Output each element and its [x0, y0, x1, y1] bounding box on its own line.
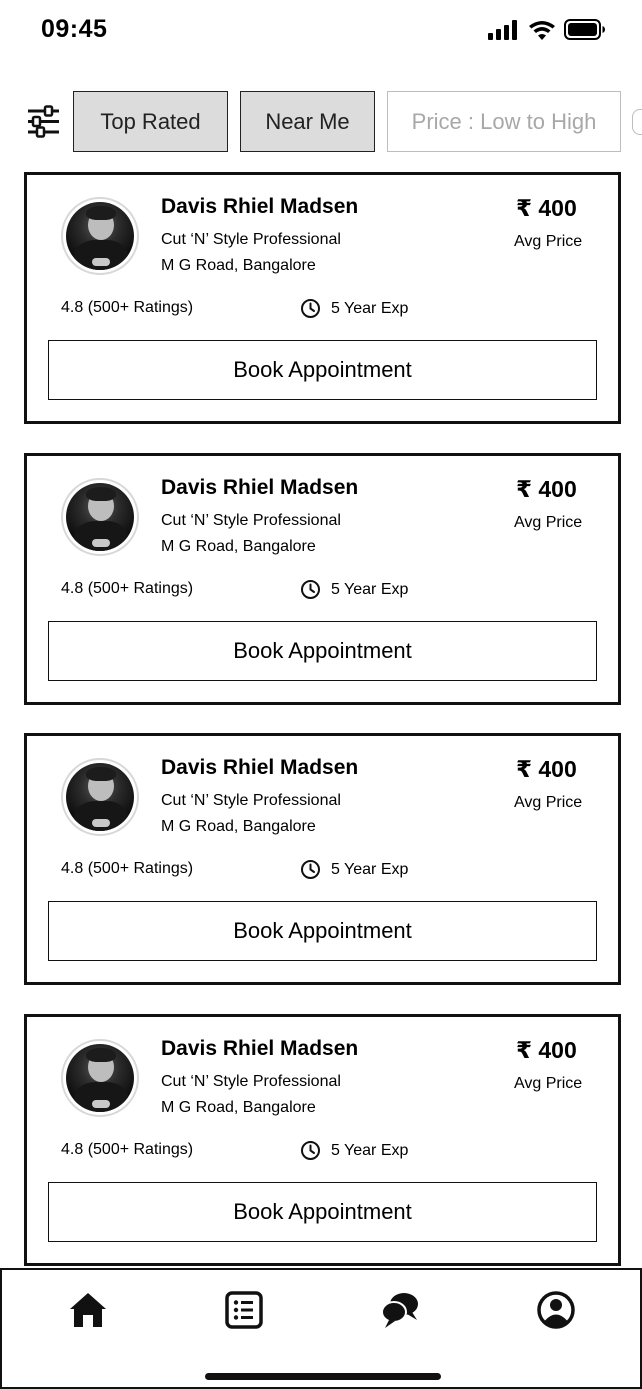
barber-card: Davis Rhiel Madsen Cut ‘N’ Style Profess…: [24, 453, 621, 705]
book-appointment-button[interactable]: Book Appointment: [48, 901, 597, 961]
experience-text: 5 Year Exp: [331, 299, 409, 317]
rating-text: 4.8 (500+ Ratings): [61, 1141, 194, 1158]
barber-subtitle: Cut ‘N’ Style Professional: [161, 512, 341, 529]
battery-icon: [564, 19, 605, 40]
clock-icon: [301, 580, 320, 599]
experience-text: 5 Year Exp: [331, 1141, 409, 1159]
wifi-icon: [529, 20, 555, 40]
filter-sliders-icon[interactable]: [27, 105, 60, 138]
avg-price-value: ₹ 400: [516, 476, 577, 502]
list-icon[interactable]: [224, 1290, 264, 1330]
home-icon[interactable]: [68, 1290, 108, 1330]
chip-overflow[interactable]: [632, 109, 642, 135]
status-bar: 09:45: [0, 0, 642, 62]
chat-icon[interactable]: [380, 1290, 420, 1330]
bottom-tab-bar: [0, 1268, 642, 1389]
barber-subtitle: Cut ‘N’ Style Professional: [161, 231, 341, 248]
barber-card: Davis Rhiel Madsen Cut ‘N’ Style Profess…: [24, 733, 621, 985]
barber-address: M G Road, Bangalore: [161, 257, 316, 274]
avg-price-value: ₹ 400: [516, 756, 577, 782]
barber-subtitle: Cut ‘N’ Style Professional: [161, 792, 341, 809]
barber-name: Davis Rhiel Madsen: [161, 195, 359, 218]
avatar: [61, 1039, 139, 1117]
book-appointment-button[interactable]: Book Appointment: [48, 340, 597, 400]
experience: 5 Year Exp: [300, 859, 408, 880]
avg-price-label: Avg Price: [514, 794, 583, 811]
chip-price-low-to-high[interactable]: Price : Low to High: [387, 91, 621, 152]
signal-icon: [488, 19, 517, 40]
barber-address: M G Road, Bangalore: [161, 1099, 316, 1116]
status-icons: [488, 19, 606, 40]
rating-text: 4.8 (500+ Ratings): [61, 860, 194, 877]
rating-text: 4.8 (500+ Ratings): [61, 299, 194, 316]
avatar: [61, 197, 139, 275]
filter-row: Top Rated Near Me Price : Low to High: [0, 91, 642, 153]
experience: 5 Year Exp: [300, 579, 408, 600]
barber-card: Davis Rhiel Madsen Cut ‘N’ Style Profess…: [24, 172, 621, 424]
avg-price-label: Avg Price: [514, 233, 583, 250]
profile-icon[interactable]: [536, 1290, 576, 1330]
barber-name: Davis Rhiel Madsen: [161, 756, 359, 779]
experience: 5 Year Exp: [300, 1140, 408, 1161]
avg-price-label: Avg Price: [514, 1075, 583, 1092]
avatar: [61, 478, 139, 556]
chip-near-me[interactable]: Near Me: [240, 91, 375, 152]
barber-name: Davis Rhiel Madsen: [161, 476, 359, 499]
avatar: [61, 758, 139, 836]
barber-address: M G Road, Bangalore: [161, 538, 316, 555]
book-appointment-button[interactable]: Book Appointment: [48, 1182, 597, 1242]
book-appointment-button[interactable]: Book Appointment: [48, 621, 597, 681]
home-indicator[interactable]: [205, 1373, 441, 1380]
clock-icon: [301, 860, 320, 879]
avg-price-value: ₹ 400: [516, 195, 577, 221]
rating-text: 4.8 (500+ Ratings): [61, 580, 194, 597]
experience: 5 Year Exp: [300, 298, 408, 319]
avg-price-label: Avg Price: [514, 514, 583, 531]
barber-address: M G Road, Bangalore: [161, 818, 316, 835]
clock-icon: [301, 299, 320, 318]
status-time: 09:45: [41, 15, 108, 43]
experience-text: 5 Year Exp: [331, 580, 409, 598]
clock-icon: [301, 1141, 320, 1160]
experience-text: 5 Year Exp: [331, 860, 409, 878]
avg-price-value: ₹ 400: [516, 1037, 577, 1063]
barber-name: Davis Rhiel Madsen: [161, 1037, 359, 1060]
chip-top-rated[interactable]: Top Rated: [73, 91, 228, 152]
barber-subtitle: Cut ‘N’ Style Professional: [161, 1073, 341, 1090]
barber-card: Davis Rhiel Madsen Cut ‘N’ Style Profess…: [24, 1014, 621, 1266]
